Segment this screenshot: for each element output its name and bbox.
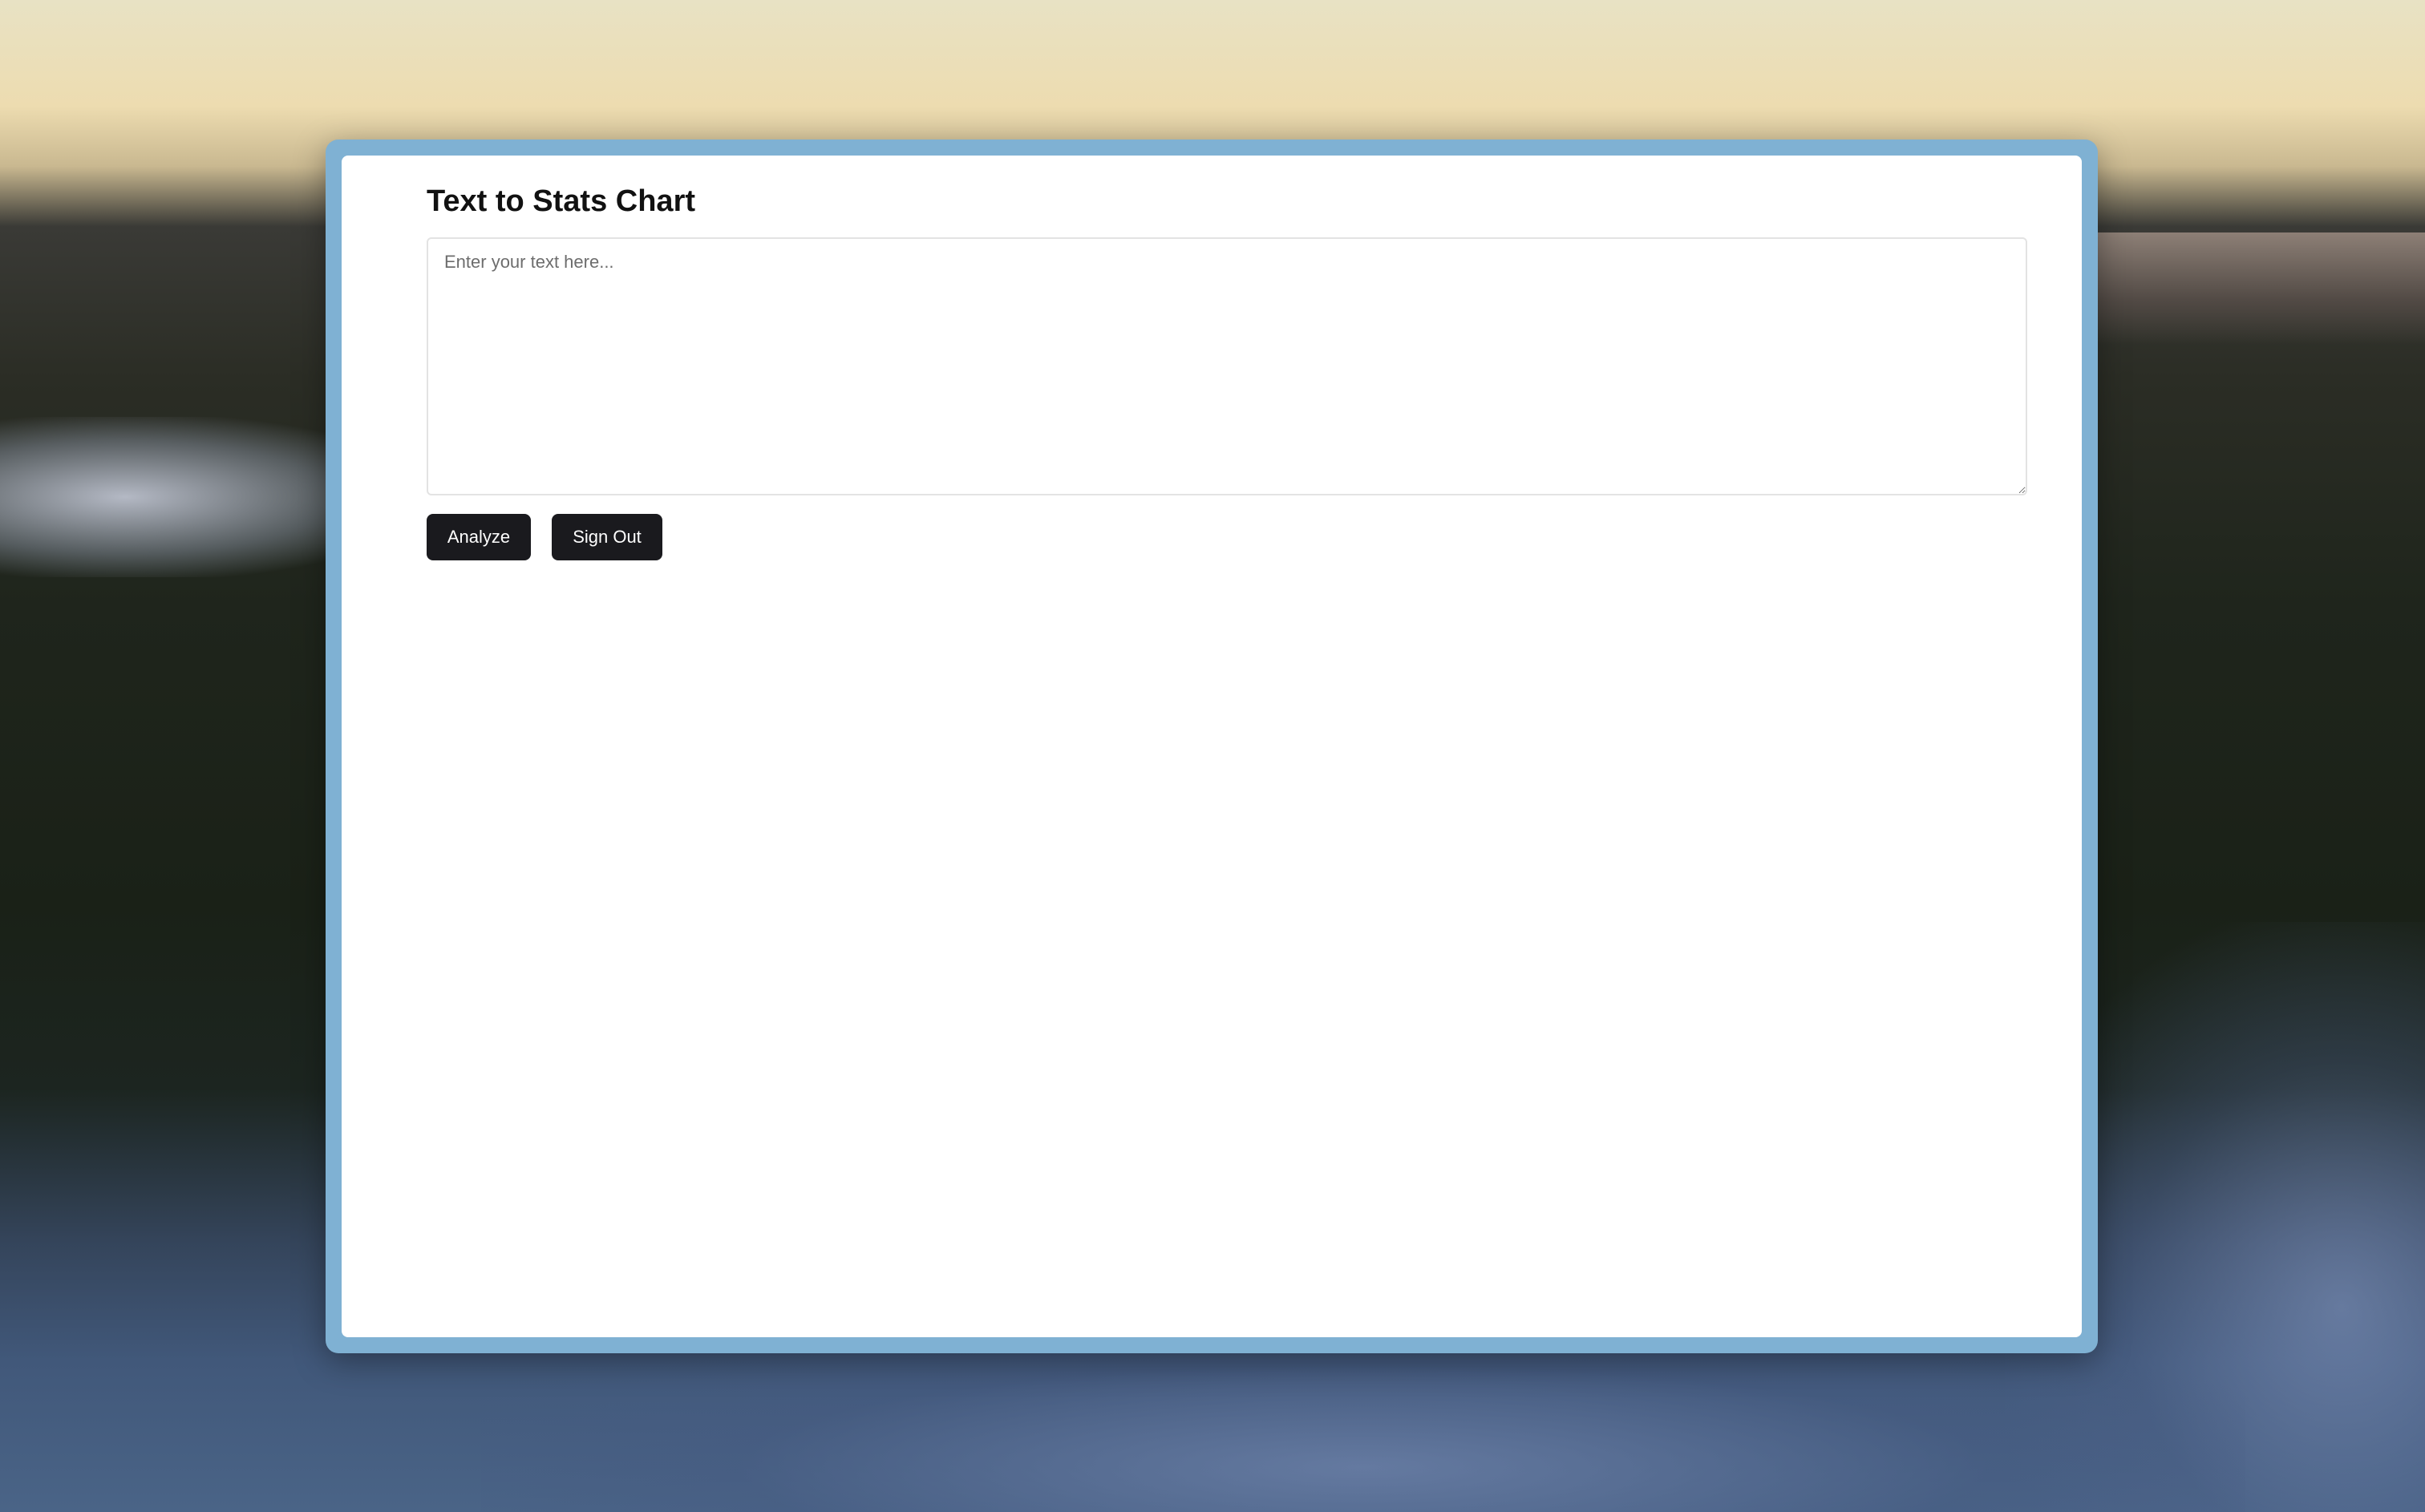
app-window: Text to Stats Chart Analyze Sign Out: [326, 139, 2098, 1353]
app-content-panel: Text to Stats Chart Analyze Sign Out: [342, 156, 2082, 1337]
analyze-button[interactable]: Analyze: [427, 514, 531, 560]
sign-out-button[interactable]: Sign Out: [552, 514, 662, 560]
page-title: Text to Stats Chart: [427, 184, 696, 218]
wallpaper-mountain-ridge: [2093, 232, 2425, 345]
desktop-wallpaper: Text to Stats Chart Analyze Sign Out: [0, 0, 2425, 1512]
text-input[interactable]: [427, 237, 2027, 495]
